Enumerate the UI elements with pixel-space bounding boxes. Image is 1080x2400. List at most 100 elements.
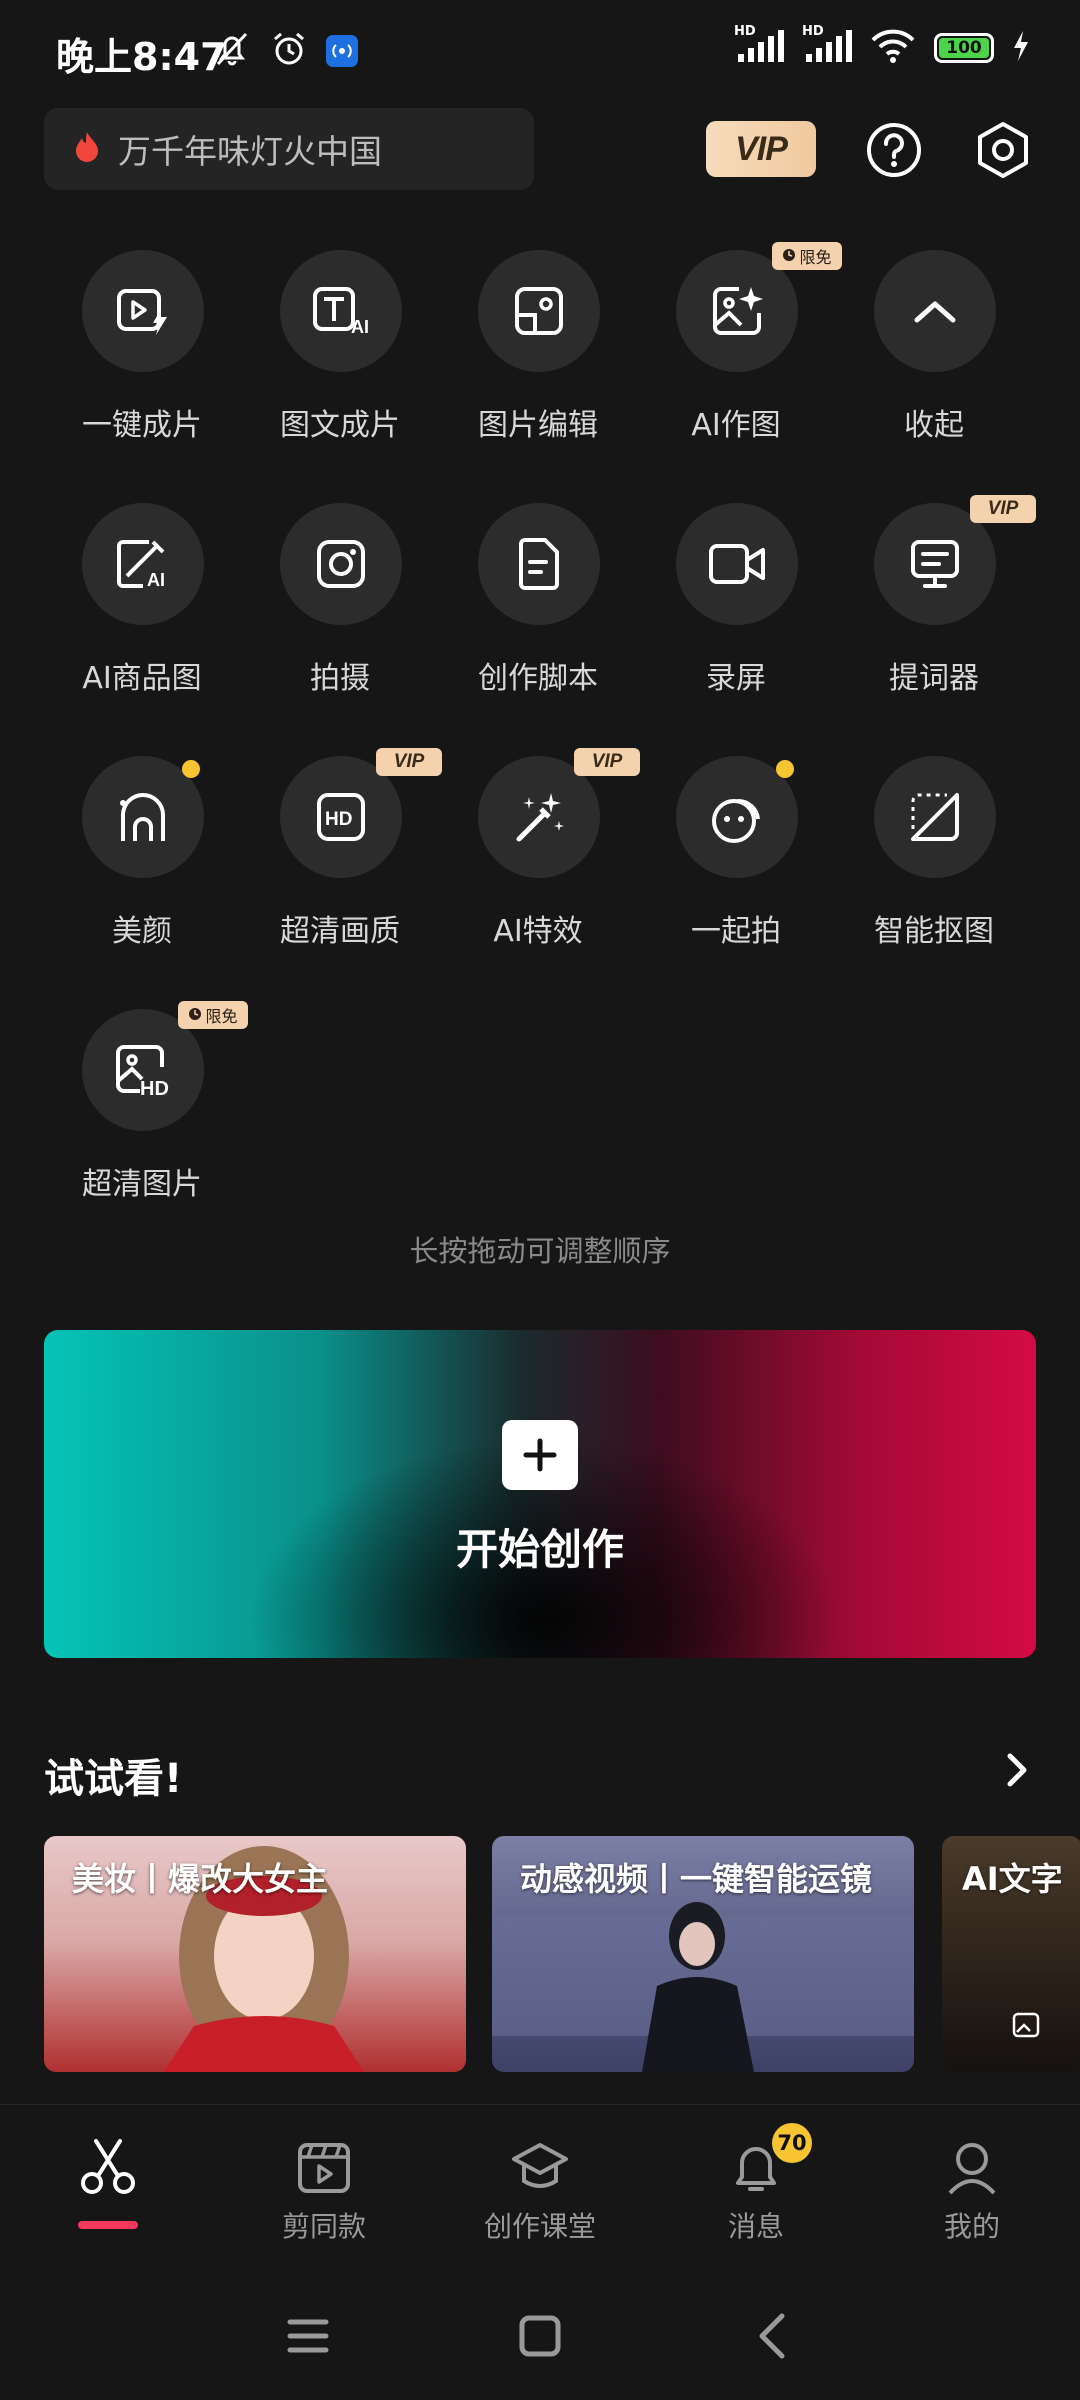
charging-icon bbox=[1012, 30, 1030, 66]
tool-ai-effects[interactable]: VIP AI特效 bbox=[438, 748, 640, 956]
help-icon bbox=[867, 123, 921, 177]
try-card-title: AI文字 bbox=[962, 1860, 1063, 1898]
nav-tab-classroom[interactable]: 创作课堂 bbox=[432, 2105, 648, 2273]
wifi-icon bbox=[870, 28, 916, 68]
tool-label: 录屏 bbox=[706, 661, 766, 696]
try-card-ai-text[interactable]: AI文字 bbox=[942, 1836, 1080, 2072]
ai-product-icon: AI bbox=[82, 503, 204, 625]
tool-label: 超清图片 bbox=[82, 1167, 202, 1202]
home-square-icon bbox=[519, 2315, 561, 2357]
template-icon bbox=[298, 2143, 350, 2193]
try-more-button[interactable] bbox=[1000, 1750, 1034, 1790]
tool-label: 创作脚本 bbox=[478, 661, 598, 696]
try-section-title: 试试看! bbox=[44, 1756, 183, 1802]
tool-label: 超清画质 bbox=[280, 914, 400, 949]
mute-icon bbox=[212, 30, 252, 72]
tool-ai-product-image[interactable]: AI AI商品图 bbox=[42, 503, 242, 703]
tool-smart-cutout[interactable]: 智能抠图 bbox=[834, 756, 1034, 956]
tool-hd-quality[interactable]: HD VIP 超清画质 bbox=[240, 748, 442, 956]
tool-label: AI特效 bbox=[493, 914, 583, 949]
active-tab-indicator bbox=[78, 2221, 138, 2229]
tool-hd-image[interactable]: HD 限免 超清图片 bbox=[42, 1001, 248, 1209]
tool-collapse[interactable]: 收起 bbox=[834, 250, 1034, 450]
network-type-label-2: HD bbox=[802, 24, 824, 39]
status-icons-left bbox=[212, 30, 358, 72]
tool-label: 图片编辑 bbox=[478, 408, 598, 443]
recent-apps-button[interactable] bbox=[280, 2308, 336, 2364]
back-button[interactable] bbox=[746, 2308, 802, 2364]
free-tag-label: 限免 bbox=[205, 1007, 238, 1026]
plus-icon bbox=[502, 1420, 578, 1490]
signal-icon: HD bbox=[734, 24, 784, 68]
cutout-icon bbox=[874, 756, 996, 878]
tool-label: 图文成片 bbox=[280, 408, 400, 443]
battery-icon: 100 bbox=[934, 33, 994, 63]
system-navigation-bar bbox=[0, 2272, 1080, 2400]
status-time: 晚上8:47 bbox=[56, 35, 227, 79]
home-button[interactable] bbox=[512, 2308, 568, 2364]
start-creating-button[interactable]: 开始创作 bbox=[44, 1330, 1036, 1658]
image-edit-icon bbox=[478, 250, 600, 372]
free-tag: 限免 bbox=[772, 242, 842, 270]
tool-label: 提词器 bbox=[889, 661, 979, 696]
tool-beauty[interactable]: 美颜 bbox=[42, 756, 242, 956]
tool-ai-image[interactable]: 限免 AI作图 bbox=[636, 242, 842, 450]
back-chevron-icon bbox=[759, 2313, 785, 2359]
tool-teleprompter[interactable]: VIP 提词器 bbox=[834, 495, 1036, 703]
help-button[interactable] bbox=[866, 122, 922, 178]
screen-record-icon bbox=[676, 503, 798, 625]
nav-label: 剪同款 bbox=[281, 2210, 366, 2243]
try-card-dynamic-video[interactable]: 动感视频丨一键智能运镜 bbox=[492, 1836, 914, 2072]
battery-level: 100 bbox=[946, 38, 982, 58]
vip-button[interactable]: VIP bbox=[706, 121, 816, 177]
nav-tab-messages[interactable]: 70 消息 bbox=[648, 2105, 864, 2273]
tool-label: AI作图 bbox=[691, 408, 781, 443]
play-flash-icon bbox=[82, 250, 204, 372]
reorder-hint: 长按拖动可调整顺序 bbox=[409, 1234, 671, 1268]
signal-icon-2: HD bbox=[802, 24, 852, 68]
tool-label: 美颜 bbox=[112, 914, 172, 949]
tool-screen-record[interactable]: 录屏 bbox=[636, 503, 836, 703]
tool-label: AI商品图 bbox=[82, 661, 202, 696]
fire-icon bbox=[74, 131, 100, 167]
ai-image-icon bbox=[1012, 2012, 1040, 2042]
try-card-title: 动感视频丨一键智能运镜 bbox=[520, 1860, 873, 1898]
vip-tag: VIP bbox=[376, 748, 442, 776]
new-dot bbox=[182, 760, 200, 778]
script-icon bbox=[478, 503, 600, 625]
tool-label: 一起拍 bbox=[691, 914, 781, 949]
search-bar[interactable]: 万千年味灯火中国 bbox=[44, 108, 534, 190]
menu-icon bbox=[287, 2319, 329, 2353]
vip-tag: VIP bbox=[574, 748, 640, 776]
free-tag: 限免 bbox=[178, 1001, 248, 1029]
profile-icon bbox=[948, 2143, 996, 2195]
tool-image-edit[interactable]: 图片编辑 bbox=[438, 250, 638, 450]
tool-script[interactable]: 创作脚本 bbox=[438, 503, 638, 703]
nav-tab-templates[interactable]: 剪同款 bbox=[216, 2105, 432, 2273]
try-card-makeup[interactable]: 美妆丨爆改大女主 bbox=[44, 1836, 466, 2072]
tool-text-to-video[interactable]: AI 图文成片 bbox=[240, 250, 440, 450]
vip-tag: VIP bbox=[970, 495, 1036, 523]
tool-label: 一键成片 bbox=[82, 408, 202, 443]
chevron-right-icon bbox=[1007, 1753, 1027, 1787]
svg-text:HD: HD bbox=[325, 809, 352, 830]
text-ai-icon: AI bbox=[280, 250, 402, 372]
settings-icon bbox=[978, 122, 1028, 178]
tool-label: 拍摄 bbox=[310, 661, 370, 696]
nav-tab-profile[interactable]: 我的 bbox=[864, 2105, 1080, 2273]
chevron-up-icon bbox=[874, 250, 996, 372]
tool-one-click-video[interactable]: 一键成片 bbox=[42, 250, 242, 450]
status-bar: 晚上8:47 HD HD 100 bbox=[0, 0, 1080, 100]
tool-shoot[interactable]: 拍摄 bbox=[240, 503, 440, 703]
scissors-icon bbox=[81, 2139, 135, 2194]
tool-shoot-together[interactable]: 一起拍 bbox=[636, 756, 836, 956]
settings-button[interactable] bbox=[974, 120, 1032, 180]
start-creating-label: 开始创作 bbox=[455, 1525, 624, 1574]
nav-tab-edit[interactable] bbox=[0, 2105, 216, 2273]
camera-icon bbox=[280, 503, 402, 625]
unread-badge: 70 bbox=[772, 2123, 812, 2163]
new-dot bbox=[776, 760, 794, 778]
bottom-navigation: 剪同款 创作课堂 70 消息 我的 bbox=[0, 2104, 1080, 2272]
try-card-title: 美妆丨爆改大女主 bbox=[72, 1860, 329, 1898]
graduation-cap-icon bbox=[512, 2143, 568, 2188]
